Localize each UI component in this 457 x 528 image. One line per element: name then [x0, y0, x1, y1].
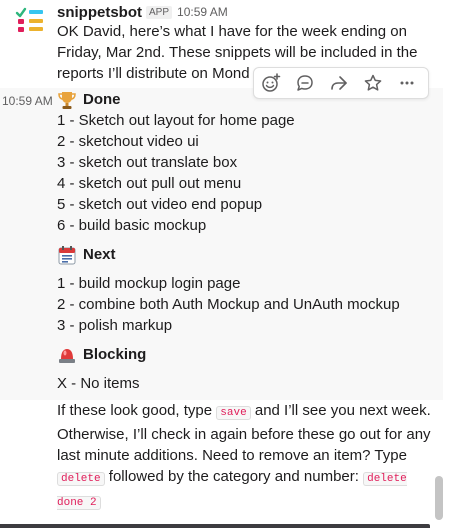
composer-top-edge [0, 524, 430, 528]
rotating-light-icon [57, 345, 77, 365]
add-reaction-button[interactable] [254, 68, 288, 98]
next-title: Next [83, 246, 116, 263]
next-item: 3 - polish markup [57, 317, 173, 334]
blocking-title: Blocking [83, 346, 147, 363]
message-header: snippetsbot APP 10:59 AM [57, 3, 228, 21]
message-actions-toolbar [253, 67, 429, 99]
instructions-part: followed by the category and number: [104, 468, 364, 485]
calendar-icon [57, 245, 77, 265]
message-timestamp[interactable]: 10:59 AM [177, 5, 228, 19]
add-reaction-icon [262, 73, 281, 92]
done-item: 3 - sketch out translate box [57, 154, 238, 171]
more-actions-button[interactable] [390, 68, 424, 98]
trophy-icon [57, 90, 77, 110]
app-badge: APP [146, 5, 173, 19]
next-heading: Next [57, 244, 116, 265]
done-heading: Done [57, 89, 121, 110]
next-item: 2 - combine both Auth Mockup and UnAuth … [57, 296, 400, 313]
reply-thread-button[interactable] [288, 68, 322, 98]
blocking-item: X - No items [57, 375, 140, 392]
share-message-icon [331, 76, 347, 90]
save-message-button[interactable] [356, 68, 390, 98]
sender-name[interactable]: snippetsbot [57, 4, 142, 21]
delete-command-code: delete [57, 472, 105, 486]
save-command-code: save [216, 406, 251, 420]
done-item: 1 - Sketch out layout for home page [57, 112, 295, 129]
next-item: 1 - build mockup login page [57, 275, 241, 292]
scrollbar-thumb[interactable] [435, 476, 443, 520]
gutter-timestamp[interactable]: 10:59 AM [2, 94, 53, 108]
done-item: 2 - sketchout video ui [57, 133, 199, 150]
done-item: 4 - sketch out pull out menu [57, 175, 242, 192]
more-actions-icon [400, 81, 414, 85]
done-item: 5 - sketch out video end popup [57, 196, 263, 213]
share-message-button[interactable] [322, 68, 356, 98]
done-item: 6 - build basic mockup [57, 217, 207, 234]
instructions-text: If these look good, type save and I’ll s… [57, 400, 435, 514]
reply-in-thread-icon [297, 75, 313, 91]
instructions-part: If these look good, type [57, 402, 217, 419]
checklist-avatar-icon[interactable] [15, 6, 47, 34]
save-star-icon [364, 74, 382, 91]
done-title: Done [83, 91, 121, 108]
blocking-heading: Blocking [57, 344, 146, 365]
